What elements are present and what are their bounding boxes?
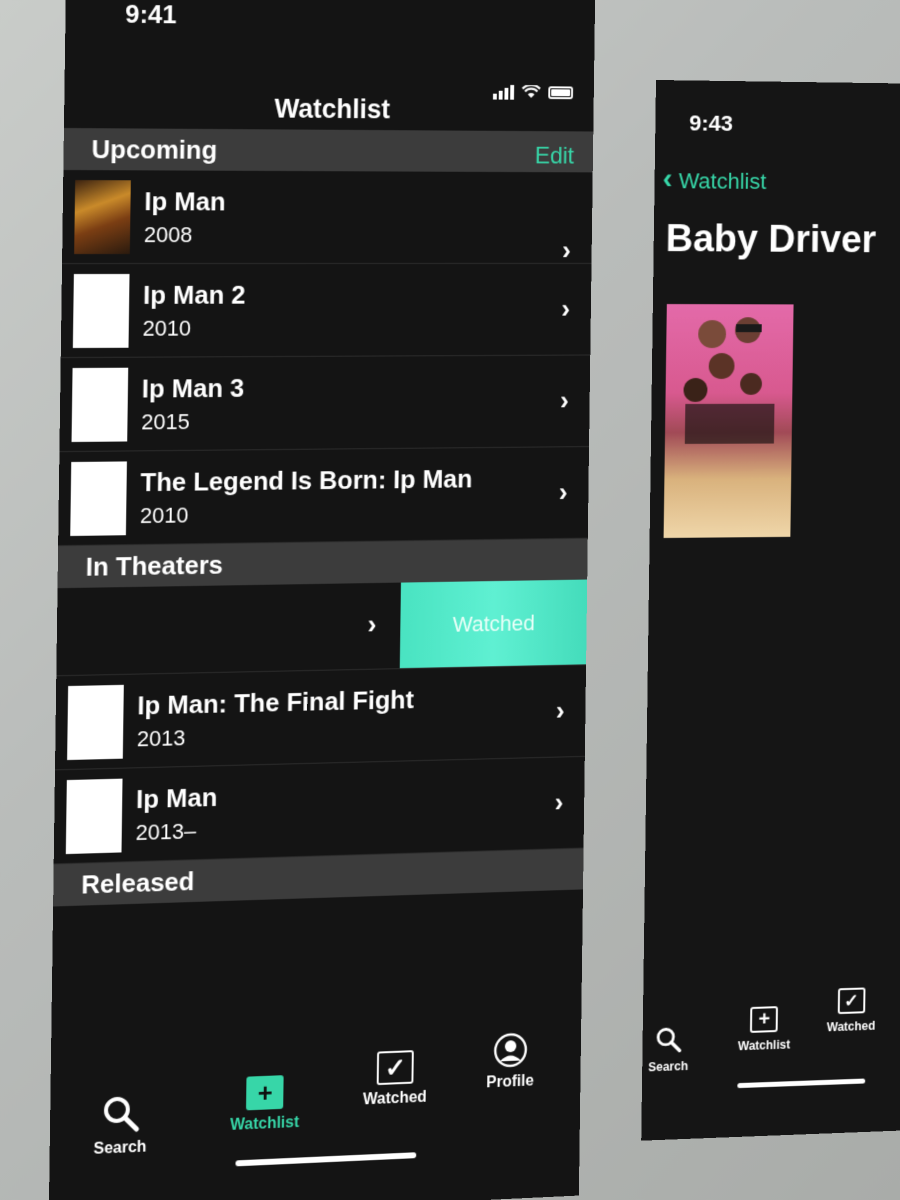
- movie-title: Ip Man: [144, 186, 226, 217]
- movie-title: The Legend Is Born: Ip Man: [140, 463, 473, 498]
- movie-year: 2013–: [135, 818, 197, 846]
- movie-poster: [663, 304, 794, 538]
- search-icon: [100, 1093, 140, 1135]
- back-label: Watchlist: [678, 168, 767, 194]
- chevron-right-icon: ›: [558, 476, 568, 507]
- chevron-right-icon: ›: [367, 608, 377, 640]
- tab-watchlist[interactable]: + Watchlist: [230, 1074, 300, 1134]
- home-indicator[interactable]: [737, 1078, 866, 1089]
- mark-watched-button[interactable]: Watched: [399, 579, 588, 669]
- tab-label: Watched: [826, 1018, 876, 1035]
- tab-label: Watchlist: [230, 1114, 300, 1134]
- section-label: Upcoming: [91, 134, 218, 165]
- movie-year: 2010: [142, 315, 192, 341]
- tab-label: Profile: [486, 1072, 534, 1092]
- tab-watched[interactable]: ✓ Watched: [363, 1050, 428, 1110]
- movie-title: Ip Man: [135, 782, 218, 815]
- watchlist-icon: +: [750, 1006, 779, 1033]
- list-item[interactable]: Ip Man 2008: [62, 170, 593, 265]
- movie-year: 2008: [143, 222, 193, 248]
- tab-label: Watched: [362, 1088, 427, 1109]
- tab-label: Search: [648, 1058, 689, 1075]
- chevron-right-icon: ›: [561, 234, 572, 265]
- back-button[interactable]: ‹ Watchlist: [662, 162, 766, 197]
- tab-bar: Search + Watchlist ✓ Watched Profile: [49, 1010, 581, 1181]
- movie-poster-thumbnail: [74, 180, 131, 255]
- tab-label: Search: [93, 1138, 147, 1158]
- tab-profile[interactable]: Profile: [486, 1032, 534, 1093]
- tab-watchlist[interactable]: + Watchlist: [737, 1006, 791, 1054]
- chevron-right-icon: ›: [554, 786, 564, 818]
- chevron-right-icon: ›: [559, 384, 570, 416]
- movie-poster-placeholder: [72, 273, 130, 349]
- search-icon: [656, 1028, 682, 1054]
- list-item[interactable]: The Legend Is Born: Ip Man 2010 ›: [58, 447, 590, 547]
- movie-poster-placeholder: [71, 367, 129, 442]
- movie-year: 2015: [141, 409, 190, 435]
- section-label: Released: [81, 866, 195, 900]
- edit-button[interactable]: Edit: [535, 143, 575, 171]
- movie-year: 2010: [139, 502, 189, 529]
- section-header-upcoming: Upcoming: [63, 128, 594, 173]
- chevron-right-icon: ›: [561, 293, 571, 324]
- movie-title: Ip Man 3: [141, 373, 245, 404]
- list-item[interactable]: Ip Man 2 2010 › ›: [60, 235, 592, 359]
- home-indicator[interactable]: [235, 1152, 417, 1167]
- watchlist-icon: +: [246, 1075, 284, 1111]
- list-item[interactable]: Ip Man 2013– ›: [53, 756, 585, 865]
- movie-poster-placeholder: [70, 461, 127, 536]
- page-title: Watchlist: [274, 93, 391, 125]
- movie-detail-title: Baby Driver: [665, 218, 877, 262]
- movie-title: Ip Man 2: [142, 279, 246, 310]
- movie-detail-screen: 9:43 ‹ Watchlist Baby Driver Search + Wa…: [641, 80, 900, 1141]
- poster-artwork: [683, 317, 775, 444]
- tab-search[interactable]: Search: [93, 1093, 147, 1159]
- tab-label: Watchlist: [737, 1037, 791, 1054]
- chevron-right-icon: ›: [555, 694, 565, 726]
- profile-icon: [493, 1032, 528, 1069]
- movie-year: 2013: [136, 725, 186, 752]
- movie-title: Ip Man: The Final Fight: [137, 684, 415, 721]
- tab-watched[interactable]: ✓ Watched: [827, 987, 876, 1034]
- list-item[interactable]: Ip Man: The Final Fight 2013 ›: [54, 665, 587, 771]
- watchlist-screen: 9:41 Watchlist Upcoming Edit Ip Man 2008…: [48, 0, 596, 1200]
- tab-search[interactable]: Search: [648, 1025, 689, 1074]
- status-time: 9:41: [125, 0, 177, 30]
- movie-poster-placeholder: [67, 684, 124, 761]
- section-label: In Theaters: [85, 549, 224, 582]
- movie-poster-placeholder: [65, 778, 123, 855]
- status-time: 9:43: [689, 110, 734, 136]
- swiped-list-item[interactable]: › Watched: [56, 579, 588, 677]
- checkmark-icon: ✓: [837, 987, 866, 1015]
- list-item[interactable]: Ip Man 3 2015 ›: [59, 355, 591, 453]
- checkmark-icon: ✓: [376, 1050, 414, 1086]
- chevron-left-icon: ‹: [662, 162, 673, 196]
